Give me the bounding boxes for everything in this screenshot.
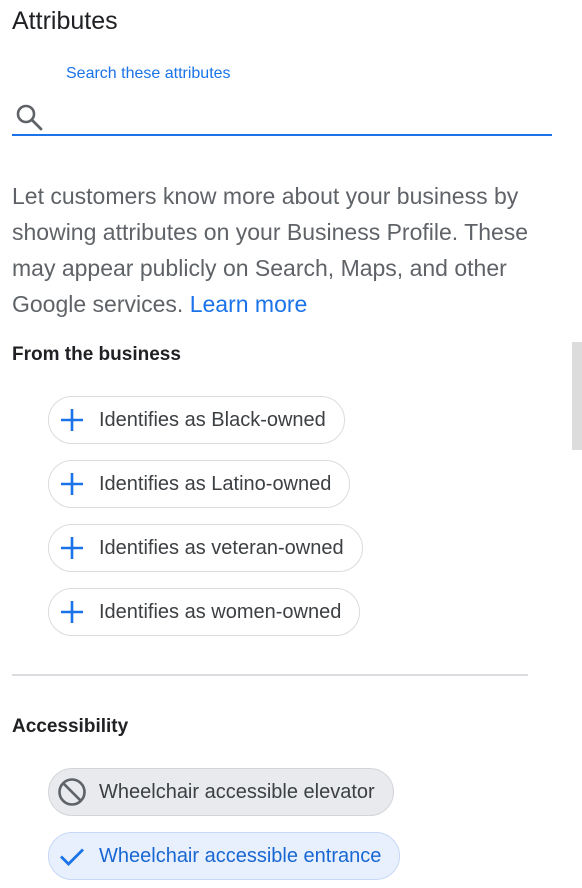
attribute-chip-wheelchair-elevator[interactable]: Wheelchair accessible elevator — [48, 768, 394, 816]
search-field[interactable] — [12, 94, 552, 136]
plus-icon — [57, 469, 87, 499]
plus-icon — [57, 405, 87, 435]
attribute-chip-women-owned[interactable]: Identifies as women-owned — [48, 588, 361, 636]
attribute-chip-label: Wheelchair accessible elevator — [99, 780, 375, 803]
check-icon — [57, 841, 87, 871]
plus-icon — [57, 597, 87, 627]
search-label: Search these attributes — [66, 65, 231, 82]
attribute-chip-label: Wheelchair accessible entrance — [99, 844, 382, 867]
section-title-accessibility: Accessibility — [12, 716, 129, 737]
search-icon — [14, 102, 44, 132]
section-divider — [12, 674, 528, 676]
attribute-chip-black-owned[interactable]: Identifies as Black-owned — [48, 396, 345, 444]
attribute-chip-wheelchair-entrance[interactable]: Wheelchair accessible entrance — [48, 832, 401, 880]
attribute-chip-veteran-owned[interactable]: Identifies as veteran-owned — [48, 524, 363, 572]
attribute-chip-label: Identifies as Latino-owned — [99, 472, 332, 495]
description: Let customers know more about your busin… — [12, 178, 562, 322]
attribute-chip-label: Identifies as veteran-owned — [99, 536, 344, 559]
attribute-chip-label: Identifies as Black-owned — [99, 408, 326, 431]
scrollbar-thumb[interactable] — [572, 342, 582, 450]
attribute-chip-latino-owned[interactable]: Identifies as Latino-owned — [48, 460, 351, 508]
plus-icon — [57, 533, 87, 563]
attribute-chip-label: Identifies as women-owned — [99, 600, 342, 623]
section-title-business: From the business — [12, 344, 181, 365]
learn-more-link[interactable]: Learn more — [190, 291, 308, 317]
page-title: Attributes — [12, 7, 118, 35]
search-input[interactable] — [62, 98, 546, 132]
not-allowed-icon — [57, 777, 87, 807]
